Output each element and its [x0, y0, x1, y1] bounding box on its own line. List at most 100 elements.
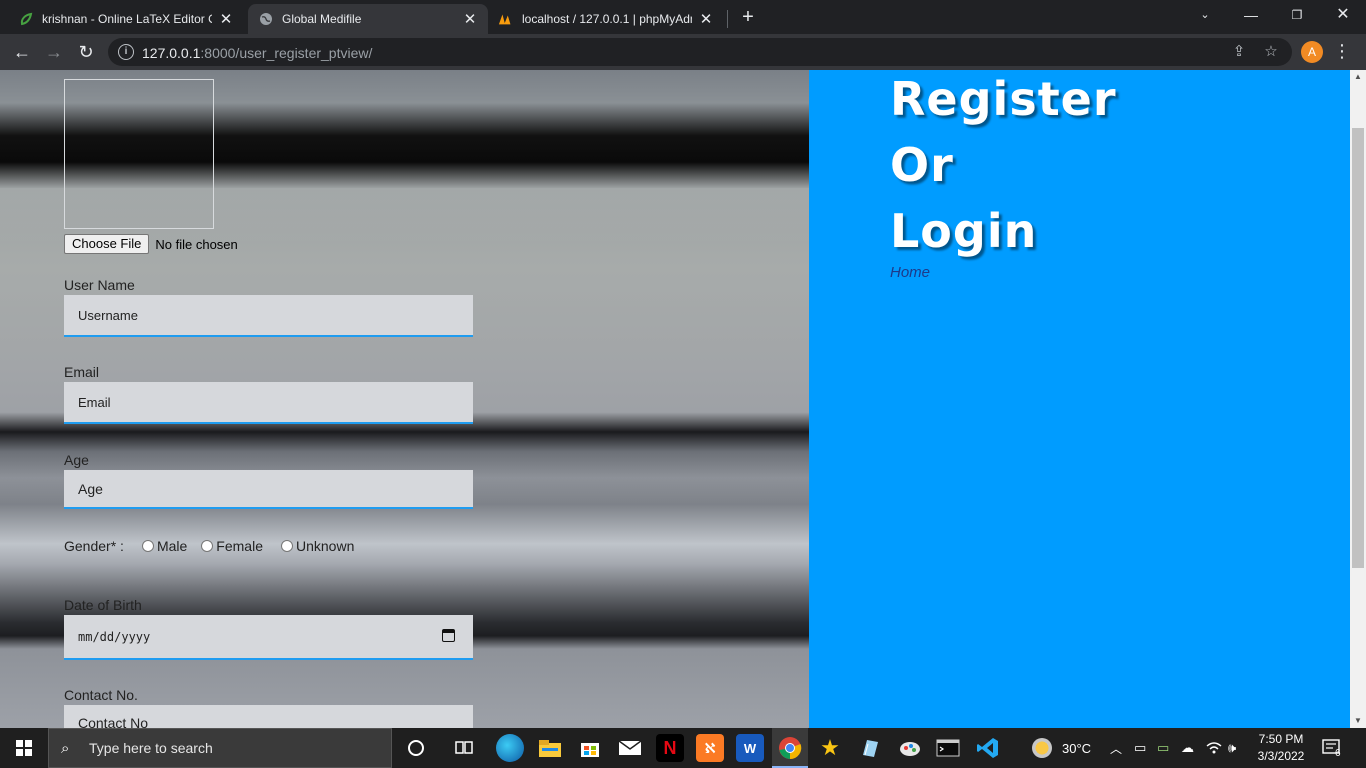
taskbar-search-box[interactable]: ⌕ Type here to search — [48, 728, 392, 768]
share-icon[interactable]: ⇪ — [1230, 43, 1248, 61]
age-label: Age — [64, 452, 89, 468]
scroll-down-arrow-icon[interactable]: ▼ — [1350, 714, 1366, 728]
page-scrollbar[interactable]: ▲ ▼ — [1350, 70, 1366, 728]
notification-center-icon[interactable]: 6 — [1322, 728, 1341, 768]
windows-taskbar: ⌕ Type here to search N ℵ W ★ 30°C ︿ ▭ ▭… — [0, 728, 1366, 768]
close-icon[interactable]: ✕ — [698, 10, 714, 28]
terminal-icon[interactable] — [934, 734, 962, 762]
file-upload: Choose File No file chosen — [64, 234, 238, 254]
search-icon: ⌕ — [61, 739, 70, 757]
tab-overleaf[interactable]: krishnan - Online LaTeX Editor Ov ✕ — [8, 4, 244, 34]
file-explorer-icon[interactable] — [536, 734, 564, 762]
gender-field: Gender* : Male Female Unknown — [64, 537, 354, 555]
scrollbar-thumb[interactable] — [1352, 128, 1364, 568]
microsoft-store-icon[interactable] — [576, 734, 604, 762]
dob-input[interactable]: mm/dd/yyyy — [64, 615, 473, 660]
gender-option-label: Male — [156, 538, 188, 554]
tab-search-chevron-icon[interactable]: ⌄ — [1182, 0, 1228, 32]
tab-phpmyadmin[interactable]: localhost / 127.0.0.1 | phpMyAdm ✕ — [488, 4, 724, 34]
tab-title: Global Medifile — [282, 12, 362, 26]
vscode-icon[interactable] — [974, 734, 1002, 762]
browser-tab-bar: krishnan - Online LaTeX Editor Ov ✕ Glob… — [0, 0, 1366, 34]
register-login-panel: Register Or Login Home — [809, 70, 1350, 728]
contact-placeholder: Contact No — [78, 715, 149, 728]
scroll-up-arrow-icon[interactable]: ▲ — [1350, 70, 1366, 84]
profile-photo-preview — [64, 79, 214, 229]
battery-icon[interactable]: ▭ — [1157, 728, 1169, 768]
notification-count: 6 — [1335, 747, 1341, 759]
weather-widget[interactable]: 30°C — [1032, 728, 1091, 768]
restore-button[interactable]: ❐ — [1274, 0, 1320, 32]
age-placeholder: Age — [78, 480, 103, 497]
url-text[interactable]: 127.0.0.1:8000/user_register_ptview/ — [142, 45, 372, 61]
reload-button[interactable]: ↻ — [73, 39, 99, 65]
username-input[interactable]: Username — [64, 295, 473, 337]
email-label: Email — [64, 364, 100, 380]
back-button[interactable]: ← — [9, 39, 35, 65]
globe-icon — [258, 11, 274, 27]
new-tab-button[interactable]: + — [736, 6, 760, 30]
browser-menu-icon[interactable]: ⋮ — [1332, 40, 1352, 64]
word-icon[interactable]: W — [736, 734, 764, 762]
paint-icon[interactable] — [896, 734, 924, 762]
site-info-icon[interactable]: i — [118, 44, 134, 60]
gender-radio-female[interactable] — [201, 540, 214, 552]
gender-label: Gender* : — [64, 538, 124, 554]
wifi-icon[interactable] — [1206, 728, 1222, 768]
age-input[interactable]: Age — [64, 470, 473, 509]
chrome-icon[interactable] — [776, 734, 804, 762]
dob-label: Date of Birth — [64, 597, 142, 613]
close-icon[interactable]: ✕ — [462, 10, 478, 28]
choose-file-button[interactable]: Choose File — [64, 234, 150, 254]
browser-toolbar: ← → ↻ i 127.0.0.1:8000/user_register_ptv… — [0, 34, 1366, 70]
email-input[interactable]: Email — [64, 382, 473, 424]
netflix-icon[interactable]: N — [656, 734, 684, 762]
address-bar[interactable]: i 127.0.0.1:8000/user_register_ptview/ ⇪… — [108, 38, 1292, 66]
clock-date: 3/3/2022 — [1257, 749, 1305, 763]
contact-input[interactable]: Contact No — [64, 705, 473, 728]
weather-temperature: 30°C — [1062, 740, 1092, 756]
volume-icon[interactable]: 🕪 — [1228, 728, 1236, 768]
username-placeholder: Username — [78, 307, 138, 323]
forward-button[interactable]: → — [41, 39, 67, 65]
profile-avatar[interactable]: A — [1301, 41, 1323, 63]
panel-title-line: Register — [890, 72, 1117, 126]
gender-option-label: Unknown — [295, 538, 355, 554]
start-button[interactable] — [0, 728, 48, 768]
system-clock[interactable]: 7:50 PM 3/3/2022 — [1250, 731, 1312, 765]
home-link[interactable]: Home — [890, 264, 930, 281]
dob-placeholder: mm/dd/yyyy — [78, 629, 151, 644]
cortana-icon[interactable] — [402, 734, 430, 762]
star-app-icon[interactable]: ★ — [816, 734, 844, 762]
search-placeholder: Type here to search — [89, 740, 213, 756]
panel-title-line: Login — [890, 204, 1038, 258]
onedrive-icon[interactable]: ☁ — [1181, 728, 1194, 768]
registration-form-panel: Choose File No file chosen User Name Use… — [0, 70, 809, 728]
weather-sun-icon — [1032, 738, 1052, 758]
task-view-icon[interactable] — [450, 734, 478, 762]
close-window-button[interactable]: ✕ — [1320, 0, 1366, 32]
tab-global-medifile[interactable]: Global Medifile ✕ — [248, 4, 488, 34]
show-hidden-icons-chevron-icon[interactable]: ︿ — [1110, 728, 1122, 768]
calendar-icon[interactable] — [442, 629, 455, 642]
edge-icon[interactable] — [496, 734, 524, 762]
notepad-icon[interactable] — [856, 734, 884, 762]
gender-option-label: Female — [216, 538, 263, 554]
tab-separator — [727, 10, 728, 28]
meet-now-icon[interactable]: ▭ — [1134, 728, 1146, 768]
email-placeholder: Email — [78, 394, 111, 410]
tab-title: localhost / 127.0.0.1 | phpMyAdm — [522, 12, 692, 26]
contact-label: Contact No. — [64, 687, 138, 703]
mail-icon[interactable] — [616, 734, 644, 762]
file-status-text: No file chosen — [155, 236, 238, 252]
bookmark-star-icon[interactable]: ☆ — [1262, 43, 1280, 61]
xampp-icon[interactable]: ℵ — [696, 734, 724, 762]
minimize-button[interactable]: — — [1228, 0, 1274, 32]
close-icon[interactable]: ✕ — [218, 10, 234, 28]
overleaf-leaf-icon — [18, 11, 34, 27]
page-viewport: Choose File No file chosen User Name Use… — [0, 70, 1366, 728]
phpmyadmin-icon — [498, 11, 514, 27]
gender-radio-unknown[interactable] — [280, 540, 293, 552]
panel-title-line: Or — [890, 138, 954, 192]
gender-radio-male[interactable] — [141, 540, 154, 552]
